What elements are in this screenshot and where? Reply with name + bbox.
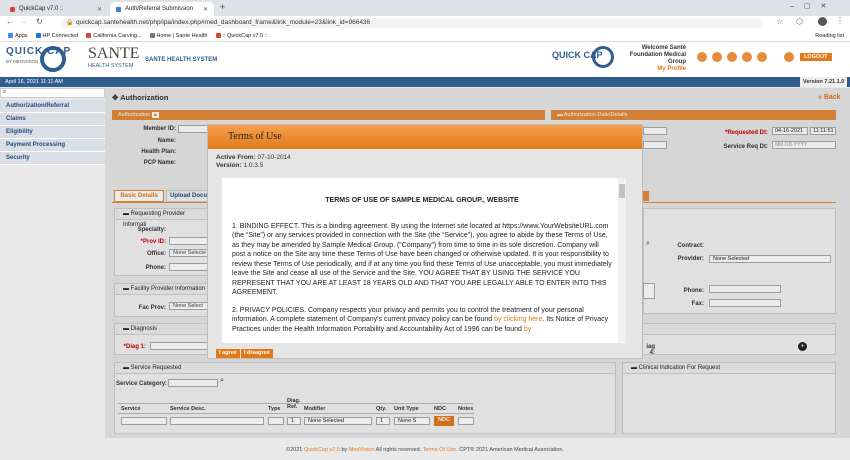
extensions-icon[interactable]: ⬡ bbox=[796, 17, 803, 26]
privacy-policy-link[interactable]: by clicking here bbox=[494, 316, 542, 323]
terms-text-area[interactable]: TERMS OF USE OF SAMPLE MEDICAL GROUP., W… bbox=[222, 178, 626, 343]
disagree-button[interactable]: I disagree bbox=[241, 349, 273, 358]
browser-tab-auth[interactable]: Auth/Referral Submission ✕ bbox=[110, 2, 214, 16]
apps-icon bbox=[8, 33, 13, 38]
page-icon bbox=[149, 33, 155, 38]
footer-medvision-link[interactable]: MedVision bbox=[349, 447, 375, 453]
version-value: 1.0.3.5 bbox=[243, 162, 264, 169]
terms-paragraph-2: 2. PRIVACY POLICIES. Company respects yo… bbox=[232, 306, 612, 335]
page-icon bbox=[86, 33, 92, 38]
welcome-line: Welcome Santé bbox=[641, 45, 686, 51]
footer-quickcap-link[interactable]: QuickCap v7.0 bbox=[304, 447, 340, 453]
quickcap-logo-ring-icon bbox=[40, 46, 66, 72]
active-from-value: 07-10-2014 bbox=[257, 154, 291, 161]
sidebar-item-security[interactable]: Security bbox=[0, 152, 105, 165]
star-icon[interactable]: ☆ bbox=[776, 17, 783, 26]
profile-avatar-icon[interactable] bbox=[818, 17, 827, 26]
agree-button[interactable]: I agree bbox=[216, 349, 240, 358]
close-icon[interactable]: ✕ bbox=[97, 6, 102, 13]
terms-paragraph-1: 1. BINDING EFFECT. This is a binding agr… bbox=[232, 222, 612, 297]
footer-copyright: ©2021 bbox=[286, 447, 304, 453]
welcome-block: Welcome Santé Foundation Medical Group M… bbox=[620, 45, 686, 73]
sante-subtitle: HEALTH SYSTEM bbox=[88, 63, 134, 69]
reading-list[interactable]: Reading list bbox=[815, 33, 844, 39]
bookmark-label: :: QuickCap v7.0 :: bbox=[222, 32, 268, 39]
footer-terms-link[interactable]: Terms Of Use. bbox=[423, 447, 458, 453]
window-controls-icon[interactable]: –▢✕ bbox=[790, 2, 836, 10]
close-icon[interactable]: ✕ bbox=[203, 6, 208, 13]
logout-icon[interactable] bbox=[784, 52, 794, 62]
hipaa-notice-link[interactable]: by bbox=[524, 326, 531, 333]
sidebar-item-payment[interactable]: Payment Processing bbox=[0, 139, 105, 152]
bookmark-california[interactable]: California Carving... bbox=[86, 32, 142, 39]
help-icon[interactable] bbox=[742, 52, 752, 62]
reload-icon[interactable]: ↻ bbox=[36, 17, 43, 26]
bookmark-apps[interactable]: Apps bbox=[8, 33, 28, 39]
my-profile-link[interactable]: My Profile bbox=[620, 66, 686, 73]
sidebar-item-claims[interactable]: Claims bbox=[0, 113, 105, 126]
bookmarks-bar: Apps HP Connected California Carving... … bbox=[0, 30, 850, 42]
new-tab-icon[interactable]: + bbox=[220, 2, 225, 12]
browser-address-bar: ← → ↻ 🔒 quickcap.santehealth.net/php/ipa… bbox=[0, 16, 850, 30]
gmail-icon bbox=[10, 6, 15, 12]
search-icon: ⌕ bbox=[3, 89, 7, 95]
system-name: SANTE HEALTH SYSTEM bbox=[145, 57, 218, 63]
scrollbar-thumb[interactable] bbox=[619, 184, 625, 198]
bookmark-quickcap[interactable]: :: QuickCap v7.0 :: bbox=[215, 32, 268, 39]
tab-label: Auth/Referral Submission bbox=[125, 6, 194, 12]
modal-version: Version: 1.0.3.5 bbox=[216, 162, 263, 169]
terms-of-use-modal: Terms of Use Active From: 07-10-2014 Ver… bbox=[207, 124, 643, 359]
welcome-line: Foundation Medical bbox=[629, 52, 686, 58]
reading-list-label: Reading list bbox=[815, 32, 844, 39]
modal-scrollbar[interactable] bbox=[618, 178, 626, 343]
settings-icon[interactable] bbox=[757, 52, 767, 62]
back-arrow-icon[interactable]: ← bbox=[6, 17, 14, 26]
bookmark-label: Apps bbox=[15, 32, 28, 39]
app-header: QUICK CAP BY MEDVISION SANTE HEALTH SYST… bbox=[0, 42, 850, 77]
tab-label: QuickCap v7.0 :: bbox=[19, 6, 64, 12]
status-bar: April 16, 2021 11:11 AM Version 7.21.1.0 bbox=[0, 77, 850, 87]
page-icon bbox=[116, 6, 121, 12]
url-text: quickcap.santehealth.net/php/ipa/index.p… bbox=[76, 19, 371, 26]
date-time: April 16, 2021 11:11 AM bbox=[5, 79, 63, 85]
sidebar-item-authorization[interactable]: Authorization/Referral bbox=[0, 100, 105, 113]
version-label: Version: bbox=[216, 162, 242, 169]
home-icon[interactable] bbox=[697, 52, 707, 62]
footer-text: CPT® 2021 American Medical Association. bbox=[457, 447, 564, 453]
gmail-icon bbox=[215, 33, 221, 38]
bookmark-sante[interactable]: Home | Sante Health bbox=[149, 32, 208, 39]
bookmark-hp[interactable]: HP Connected bbox=[35, 32, 79, 39]
version-label: Version 7.21.1.0 bbox=[800, 77, 848, 87]
footer: ©2021 QuickCap v7.0 by MedVision All rig… bbox=[0, 441, 850, 460]
url-field[interactable]: 🔒 quickcap.santehealth.net/php/ipa/index… bbox=[62, 18, 762, 28]
bookmark-label: California Carving... bbox=[93, 32, 142, 39]
sidebar-search-input[interactable]: ⌕ bbox=[0, 88, 105, 98]
terms-doc-title: TERMS OF USE OF SAMPLE MEDICAL GROUP., W… bbox=[325, 197, 519, 204]
header-icons bbox=[697, 52, 767, 62]
browser-tab-bar: QuickCap v7.0 :: ✕ Auth/Referral Submiss… bbox=[0, 0, 850, 16]
medvision-label: BY MEDVISION bbox=[6, 59, 39, 64]
hp-icon bbox=[35, 33, 41, 38]
active-from-label: Active From: bbox=[216, 154, 256, 161]
bookmark-label: HP Connected bbox=[42, 32, 79, 39]
sidebar-item-eligibility[interactable]: Eligibility bbox=[0, 126, 105, 139]
dashboard-icon[interactable] bbox=[712, 52, 722, 62]
logout-button[interactable]: LOGOUT bbox=[800, 53, 832, 61]
modal-title: Terms of Use bbox=[208, 125, 642, 149]
lock-icon: 🔒 bbox=[66, 20, 74, 26]
sante-logo: SANTE bbox=[88, 45, 140, 62]
menu-icon[interactable]: ⋮ bbox=[836, 16, 844, 25]
browser-tab-quickcap[interactable]: QuickCap v7.0 :: ✕ bbox=[4, 2, 108, 16]
forward-arrow-icon[interactable]: → bbox=[20, 17, 28, 26]
footer-text: All rights reserved. bbox=[374, 447, 423, 453]
welcome-line: Group bbox=[668, 59, 686, 65]
sidebar: ⌕ Authorization/Referral Claims Eligibil… bbox=[0, 88, 105, 438]
bookmark-label: Home | Sante Health bbox=[156, 32, 208, 39]
quickcap-ring-icon bbox=[592, 46, 614, 68]
alert-icon[interactable] bbox=[727, 52, 737, 62]
footer-text: by bbox=[339, 447, 349, 453]
active-from: Active From: 07-10-2014 bbox=[216, 154, 291, 161]
